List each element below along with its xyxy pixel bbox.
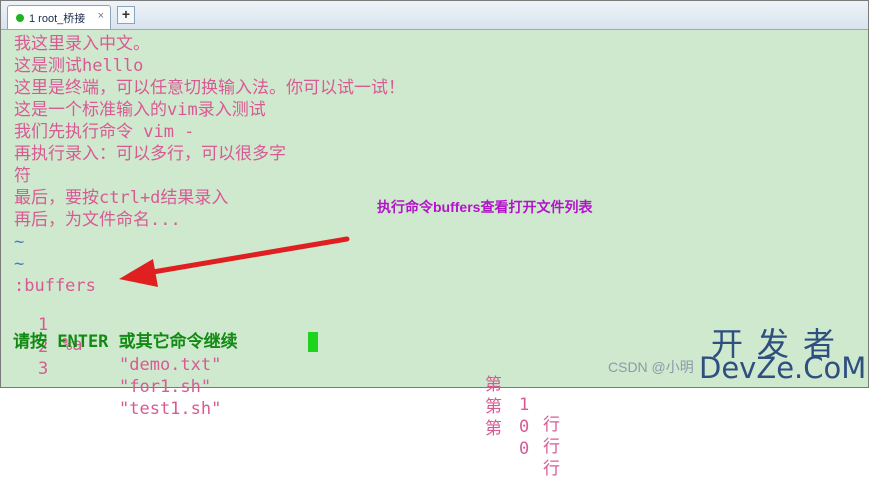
terminal-window: 1 root_桥接 × + 我这里录入中文。 这是测试helllo 这里是终端，… [0,0,869,479]
buffer-line-label: 第 [485,397,502,417]
buffer-line-number: 0 [519,417,530,437]
annotation-text: 执行命令buffers查看打开文件列表 [377,199,593,215]
buffer-line-number: 0 [519,439,530,459]
arrow-shaft [144,236,350,276]
buffer-line-unit: 行 [543,437,560,457]
buffer-name: "test1.sh" [119,399,222,419]
buffer-line-unit: 行 [543,459,560,479]
buffer-line-label: 第 [485,419,502,439]
watermark-source: CSDN @小明 [608,359,694,375]
arrow-head [119,259,158,287]
buffer-line-number: 1 [519,395,530,415]
watermark-logo: DevZe.CoM [699,351,867,385]
buffer-line-unit: 行 [543,415,560,435]
